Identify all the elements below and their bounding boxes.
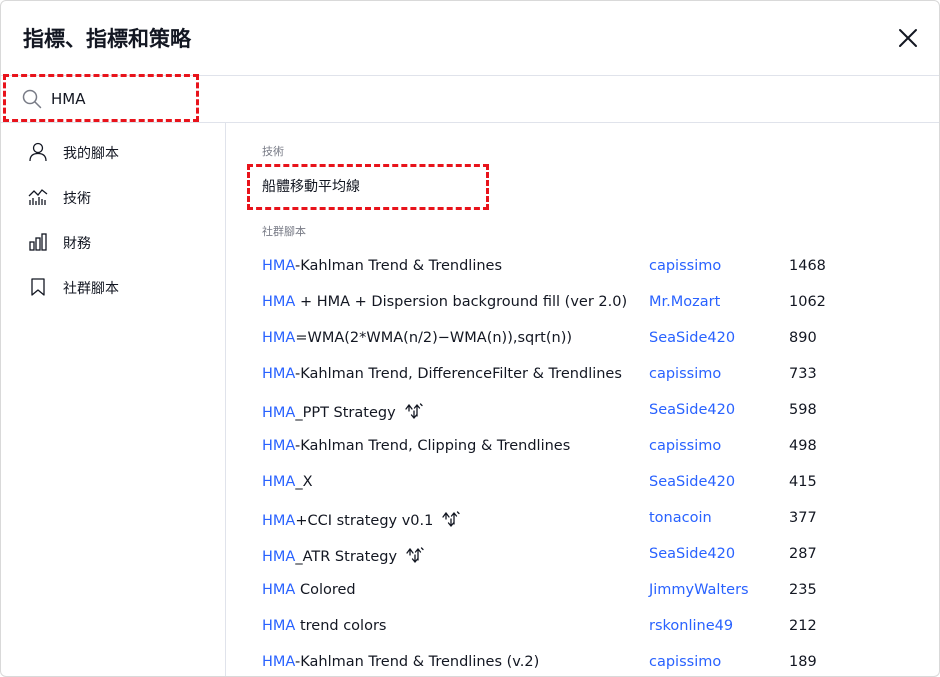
search-bar xyxy=(1,76,939,123)
section-label-community: 社群腳本 xyxy=(262,225,306,238)
script-name-rest: trend colors xyxy=(295,618,387,634)
section-label-technicals: 技術 xyxy=(262,145,284,158)
script-author-link[interactable]: capissimo xyxy=(649,654,721,670)
script-likes-count: 235 xyxy=(789,582,817,598)
script-name-match: HMA xyxy=(262,513,296,529)
script-likes-count: 212 xyxy=(789,618,817,634)
script-name: HMA_X xyxy=(262,474,313,490)
script-name-match: HMA xyxy=(262,618,296,634)
sidebar: 我的腳本 技術 財務 社群腳本 xyxy=(1,123,226,676)
script-author-link[interactable]: capissimo xyxy=(649,258,721,274)
sidebar-item-label: 社群腳本 xyxy=(63,281,119,297)
script-author-link[interactable]: rskonline49 xyxy=(649,618,733,634)
script-name-match: HMA xyxy=(262,549,296,565)
script-likes-count: 498 xyxy=(789,438,817,454)
script-name-match: HMA xyxy=(262,330,296,346)
script-name: HMA + HMA + Dispersion background fill (… xyxy=(262,294,627,310)
table-row[interactable]: HMA_PPT Strategy SeaSide420 598 xyxy=(226,393,939,429)
script-name: HMA trend colors xyxy=(262,618,386,634)
user-icon xyxy=(29,142,47,162)
script-name-match: HMA xyxy=(262,438,296,454)
script-name-match: HMA xyxy=(262,366,296,382)
script-author-link[interactable]: capissimo xyxy=(649,366,721,382)
script-name: HMA+CCI strategy v0.1 xyxy=(262,510,461,529)
indicators-dialog: 指標、指標和策略 我的腳本 技術 xyxy=(0,0,940,677)
table-row[interactable]: HMA_X SeaSide420 415 xyxy=(226,465,939,501)
sidebar-item-my-scripts[interactable]: 我的腳本 xyxy=(1,132,225,172)
script-name: HMA-Kahlman Trend & Trendlines (v.2) xyxy=(262,654,539,670)
script-name-rest: -Kahlman Trend & Trendlines xyxy=(295,258,503,274)
script-author-link[interactable]: SeaSide420 xyxy=(649,474,735,490)
close-icon[interactable] xyxy=(895,25,921,51)
search-input[interactable] xyxy=(51,86,351,112)
script-name-match: HMA xyxy=(262,582,296,598)
script-name: HMA Colored xyxy=(262,582,356,598)
sidebar-item-label: 技術 xyxy=(63,191,91,207)
script-name: HMA_ATR Strategy xyxy=(262,546,424,565)
script-name-match: HMA xyxy=(262,654,296,670)
script-name: HMA-Kahlman Trend, DifferenceFilter & Tr… xyxy=(262,366,622,382)
script-name-rest: Colored xyxy=(295,582,356,598)
script-name-rest: + HMA + Dispersion background fill (ver … xyxy=(295,294,628,310)
table-row[interactable]: HMA-Kahlman Trend, DifferenceFilter & Tr… xyxy=(226,357,939,393)
table-row[interactable]: HMA_ATR Strategy SeaSide420 287 xyxy=(226,537,939,573)
script-author-link[interactable]: JimmyWalters xyxy=(649,582,749,598)
script-name-rest: -Kahlman Trend, DifferenceFilter & Trend… xyxy=(295,366,622,382)
script-name: HMA-Kahlman Trend & Trendlines xyxy=(262,258,502,274)
sidebar-item-label: 財務 xyxy=(63,236,91,252)
script-name-rest: _PPT Strategy xyxy=(295,405,396,421)
results-panel: 技術 船體移動平均線 社群腳本 HMA-Kahlman Trend & Tren… xyxy=(226,123,939,676)
sidebar-item-community-scripts[interactable]: 社群腳本 xyxy=(1,267,225,307)
script-likes-count: 890 xyxy=(789,330,817,346)
table-row[interactable]: HMA trend colors rskonline49 212 xyxy=(226,609,939,645)
table-row[interactable]: HMA+CCI strategy v0.1 tonacoin 377 xyxy=(226,501,939,537)
script-author-link[interactable]: SeaSide420 xyxy=(649,330,735,346)
script-name-rest: -Kahlman Trend & Trendlines (v.2) xyxy=(295,654,540,670)
script-name: HMA=WMA(2*WMA(n/2)−WMA(n)),sqrt(n)) xyxy=(262,330,572,346)
table-row[interactable]: HMA=WMA(2*WMA(n/2)−WMA(n)),sqrt(n)) SeaSi… xyxy=(226,321,939,357)
script-name-match: HMA xyxy=(262,405,296,421)
financials-bar-chart-icon xyxy=(29,233,47,251)
script-name: HMA_PPT Strategy xyxy=(262,402,423,421)
technical-item-hull-moving-average[interactable]: 船體移動平均線 xyxy=(262,176,360,196)
dialog-title: 指標、指標和策略 xyxy=(23,27,191,51)
script-author-link[interactable]: SeaSide420 xyxy=(649,546,735,562)
dialog-header: 指標、指標和策略 xyxy=(1,1,939,76)
script-likes-count: 415 xyxy=(789,474,817,490)
script-author-link[interactable]: tonacoin xyxy=(649,510,712,526)
script-name-match: HMA xyxy=(262,258,296,274)
strategy-icon xyxy=(405,403,423,420)
script-author-link[interactable]: Mr.Mozart xyxy=(649,294,720,310)
sidebar-item-financials[interactable]: 財務 xyxy=(1,222,225,262)
bookmark-icon xyxy=(31,278,45,296)
script-likes-count: 287 xyxy=(789,546,817,562)
script-name-rest: +CCI strategy v0.1 xyxy=(295,513,434,529)
script-author-link[interactable]: capissimo xyxy=(649,438,721,454)
strategy-icon xyxy=(406,547,424,564)
script-name-match: HMA xyxy=(262,474,296,490)
script-name-rest: -Kahlman Trend, Clipping & Trendlines xyxy=(295,438,571,454)
script-likes-count: 189 xyxy=(789,654,817,670)
script-name: HMA-Kahlman Trend, Clipping & Trendlines xyxy=(262,438,570,454)
table-row[interactable]: HMA Colored JimmyWalters 235 xyxy=(226,573,939,609)
script-name-rest: _ATR Strategy xyxy=(295,549,398,565)
script-likes-count: 1468 xyxy=(789,258,826,274)
table-row[interactable]: HMA + HMA + Dispersion background fill (… xyxy=(226,285,939,321)
search-icon xyxy=(22,89,42,109)
script-likes-count: 1062 xyxy=(789,294,826,310)
sidebar-item-label: 我的腳本 xyxy=(63,146,119,162)
script-name-rest: =WMA(2*WMA(n/2)−WMA(n)),sqrt(n)) xyxy=(295,330,573,346)
strategy-icon xyxy=(442,511,461,528)
script-author-link[interactable]: SeaSide420 xyxy=(649,402,735,418)
script-likes-count: 733 xyxy=(789,366,817,382)
script-likes-count: 598 xyxy=(789,402,817,418)
script-likes-count: 377 xyxy=(789,510,817,526)
script-name-rest: _X xyxy=(295,474,313,490)
table-row[interactable]: HMA-Kahlman Trend & Trendlines capissimo 1… xyxy=(226,249,939,285)
sidebar-item-technicals[interactable]: 技術 xyxy=(1,177,225,217)
technicals-chart-icon xyxy=(28,189,48,205)
table-row[interactable]: HMA-Kahlman Trend & Trendlines (v.2) capi… xyxy=(226,645,939,676)
script-name-match: HMA xyxy=(262,294,296,310)
table-row[interactable]: HMA-Kahlman Trend, Clipping & Trendlines… xyxy=(226,429,939,465)
